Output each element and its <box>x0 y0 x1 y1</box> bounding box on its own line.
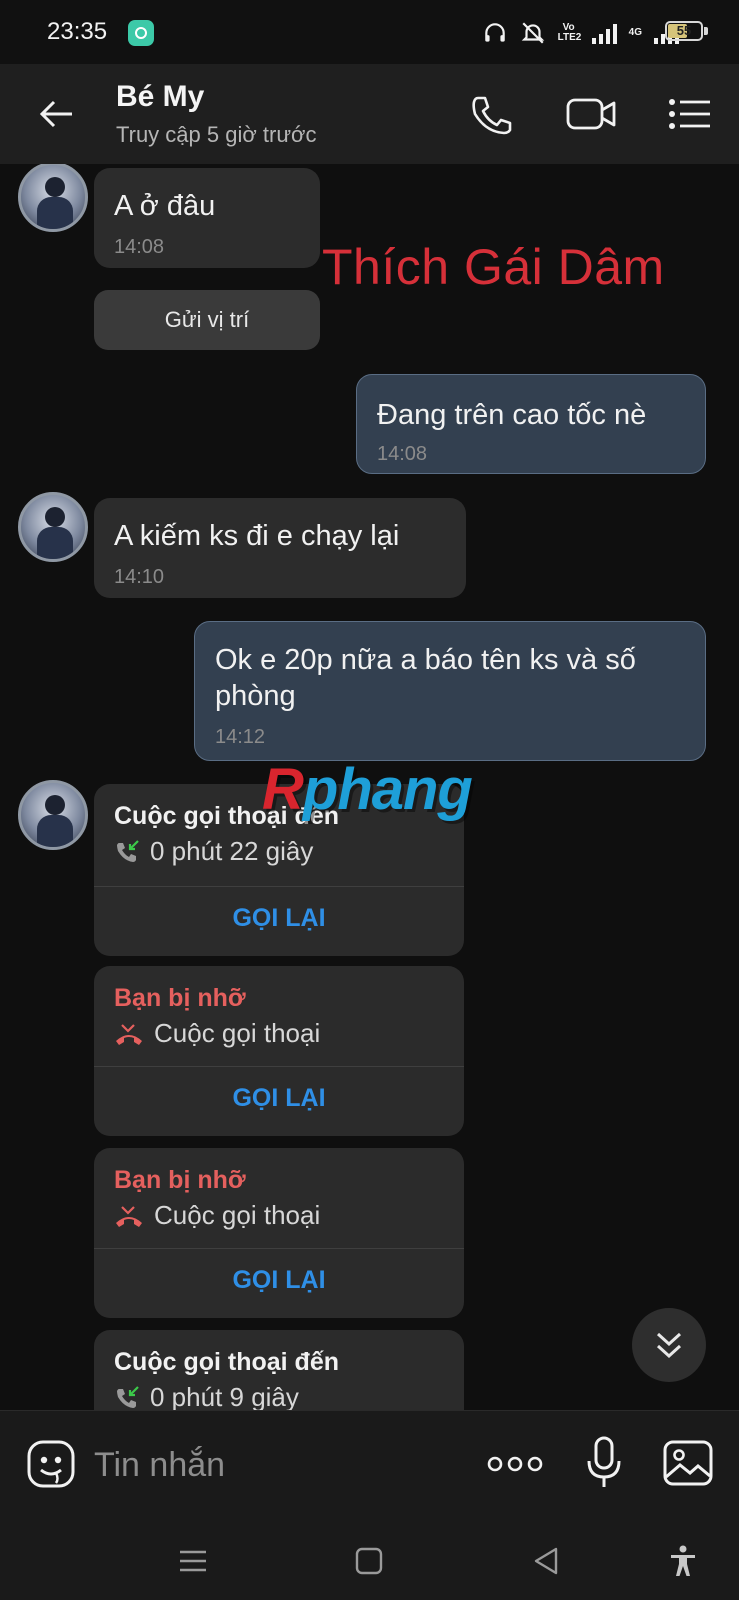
missed-call-icon <box>116 1023 142 1045</box>
contact-avatar[interactable] <box>18 492 88 562</box>
call-detail: 0 phút 9 giây <box>114 1382 299 1410</box>
call-type: Cuộc gọi thoại <box>154 1018 321 1048</box>
call-type: Cuộc gọi thoại <box>154 1200 321 1230</box>
status-icons: Vo LTE2 4G <box>482 20 679 46</box>
scroll-to-bottom-button[interactable] <box>632 1308 706 1382</box>
status-time: 23:35 <box>47 18 108 45</box>
phone-call-icon[interactable] <box>468 92 516 136</box>
call-back-button[interactable]: GỌI LẠI <box>94 1266 464 1295</box>
image-gallery-icon[interactable] <box>662 1439 714 1487</box>
missed-call-icon <box>116 1205 142 1227</box>
call-duration: 0 phút 22 giây <box>150 836 314 866</box>
message-bubble-incoming[interactable]: A kiếm ks đi e chạy lại 14:10 <box>94 498 466 598</box>
watermark-logo: Rphang <box>262 757 473 822</box>
emoji-sticker-icon[interactable] <box>26 1439 76 1489</box>
app-notification-icon <box>128 20 154 46</box>
watermark-text: Thích Gái Dâm <box>322 239 665 295</box>
send-location-button[interactable]: Gửi vị trí <box>94 290 320 350</box>
message-bubble-outgoing[interactable]: Ok e 20p nữa a báo tên ks và số phòng 14… <box>194 621 706 761</box>
call-detail: Cuộc gọi thoại <box>114 1200 320 1231</box>
back-nav-icon[interactable] <box>530 1544 564 1578</box>
volte-indicator: Vo LTE2 <box>557 22 582 43</box>
video-call-icon[interactable] <box>566 92 618 136</box>
headphones-icon <box>484 23 505 42</box>
chat-header: Bé My Truy cập 5 giờ trước <box>0 64 739 164</box>
message-time: 14:08 <box>114 236 165 258</box>
message-text-line-1: Ok e 20p nữa a báo tên ks và số <box>215 644 636 676</box>
call-card-incoming: Cuộc gọi thoại đến 0 phút 9 giây <box>94 1330 464 1410</box>
recent-apps-icon[interactable] <box>176 1544 210 1578</box>
incoming-call-icon <box>117 839 139 862</box>
menu-list-icon[interactable] <box>666 92 714 136</box>
call-detail: Cuộc gọi thoại <box>114 1018 320 1049</box>
message-bubble-incoming[interactable]: A ở đâu 14:08 <box>94 168 320 268</box>
message-time: 14:10 <box>114 566 165 588</box>
muted-bell-icon <box>521 22 544 44</box>
back-arrow-icon[interactable] <box>36 94 76 134</box>
battery-icon: 55 <box>665 21 703 41</box>
call-title: Bạn bị nhỡ <box>114 984 246 1012</box>
call-card-missed: Bạn bị nhỡ Cuộc gọi thoại GỌI LẠI <box>94 1148 464 1318</box>
microphone-icon[interactable] <box>584 1435 624 1491</box>
double-chevron-down-icon <box>656 1332 682 1359</box>
more-options-icon[interactable] <box>486 1449 544 1479</box>
contact-avatar[interactable] <box>18 780 88 850</box>
call-duration: 0 phút 9 giây <box>150 1382 299 1410</box>
call-title: Cuộc gọi thoại đến <box>114 1348 339 1376</box>
call-detail: 0 phút 22 giây <box>114 836 313 867</box>
message-bubble-outgoing[interactable]: Đang trên cao tốc nè 14:08 <box>356 374 706 474</box>
chat-messages-area[interactable]: A ở đâu 14:08 Gửi vị trí Thích Gái Dâm Đ… <box>0 164 739 1410</box>
message-text-line-2: phòng <box>215 680 296 712</box>
call-card-missed: Bạn bị nhỡ Cuộc gọi thoại GỌI LẠI <box>94 966 464 1136</box>
message-text: A ở đâu <box>114 190 216 222</box>
network-type: 4G <box>628 27 642 38</box>
message-input[interactable] <box>94 1439 454 1491</box>
contact-avatar[interactable] <box>18 164 88 232</box>
system-navigation-bar <box>0 1522 739 1600</box>
message-input-bar <box>0 1410 739 1522</box>
message-text: A kiếm ks đi e chạy lại <box>114 520 400 552</box>
contact-name[interactable]: Bé My <box>116 80 204 114</box>
last-seen-status: Truy cập 5 giờ trước <box>116 122 317 147</box>
message-text: Đang trên cao tốc nè <box>377 399 647 431</box>
signal-bars-icon <box>591 22 617 44</box>
home-icon[interactable] <box>352 1544 386 1578</box>
incoming-call-icon <box>117 1385 139 1408</box>
message-time: 14:08 <box>377 443 428 465</box>
message-time: 14:12 <box>215 726 266 748</box>
call-back-button[interactable]: GỌI LẠI <box>94 904 464 933</box>
status-bar: 23:35 Vo LTE2 4G 55 <box>0 0 739 64</box>
battery-level: 55 <box>676 23 692 38</box>
accessibility-icon[interactable] <box>666 1544 700 1578</box>
call-title: Bạn bị nhỡ <box>114 1166 246 1194</box>
call-back-button[interactable]: GỌI LẠI <box>94 1084 464 1113</box>
